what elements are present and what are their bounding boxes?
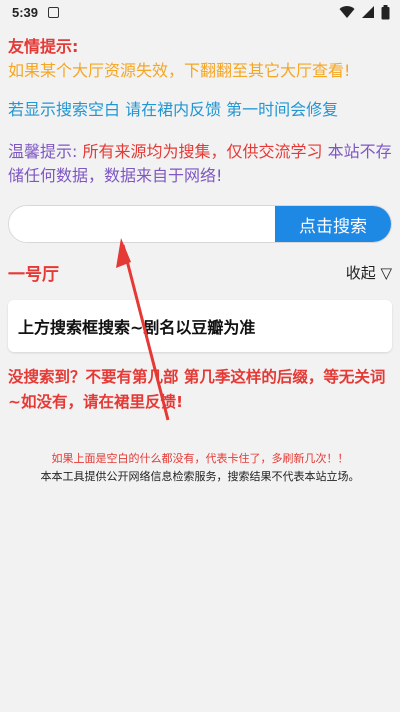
hall-header: 一号厅 收起 ▽ xyxy=(8,260,392,285)
result-card-text: 上方搜索框搜索~剧名以豆瓣为准 xyxy=(18,318,256,337)
wifi-icon xyxy=(339,6,355,19)
warm-tip-label: 温馨提示: xyxy=(8,142,78,161)
friendly-tip-title: 友情提示: xyxy=(8,37,79,56)
signal-icon xyxy=(362,6,374,18)
hall-title: 一号厅 xyxy=(8,265,59,285)
warm-tip-text1: 所有来源均为搜集，仅供交流学习 xyxy=(82,142,323,161)
friendly-tip-line2: 若显示搜索空白 请在裙内反馈 第一时间会修复 xyxy=(8,100,339,119)
footer-disclaimer: 本本工具提供公开网络信息检索服务，搜索结果不代表本站立场。 xyxy=(40,470,360,483)
result-card[interactable]: 上方搜索框搜索~剧名以豆瓣为准 xyxy=(8,300,392,352)
search-bar: 点击搜索 xyxy=(8,205,392,243)
search-input[interactable] xyxy=(9,206,275,242)
status-bar-left: 5:39 xyxy=(12,4,60,20)
friendly-tip-line1: 如果某个大厅资源失效，下翻翻至其它大厅查看! xyxy=(8,61,351,80)
battery-icon xyxy=(381,4,390,19)
status-bar: 5:39 xyxy=(0,0,400,24)
status-bar-right xyxy=(339,4,390,20)
notice-text: 没搜索到？不要有第几部 第几季这样的后缀，等无关词~如没有，请在裙里反馈! xyxy=(8,368,386,411)
footer-refresh-hint: 如果上面是空白的什么都没有，代表卡住了，多刷新几次！！ xyxy=(51,452,349,465)
search-button[interactable]: 点击搜索 xyxy=(275,206,391,242)
warm-tip: 温馨提示: 所有来源均为搜集，仅供交流学习 本站不存储任何数据，数据来自于网络! xyxy=(8,140,392,188)
sim-card-icon xyxy=(48,6,60,18)
collapse-toggle[interactable]: 收起 ▽ xyxy=(346,262,392,283)
status-time: 5:39 xyxy=(12,4,39,20)
